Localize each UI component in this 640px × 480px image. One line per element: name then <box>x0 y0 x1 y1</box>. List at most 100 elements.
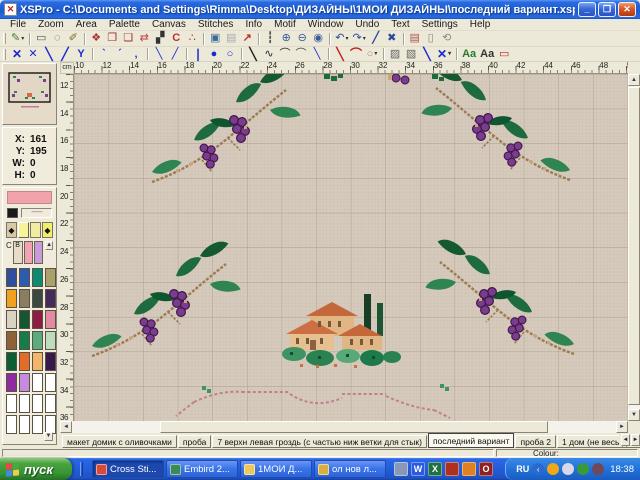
palette-swatch[interactable] <box>19 331 30 350</box>
half-stitch-back-button[interactable]: ╲ <box>41 47 57 61</box>
menu-item[interactable]: File <box>4 19 32 30</box>
curve-stitch-button[interactable]: ⌒ <box>277 47 293 61</box>
mirror-button[interactable]: ▞ <box>152 32 168 46</box>
paste-motif-button[interactable]: ❏ <box>120 32 136 46</box>
menu-item[interactable]: Palette <box>103 19 146 30</box>
text-button[interactable]: Aa <box>478 47 496 61</box>
pen-button[interactable]: ╱ <box>368 32 384 46</box>
palette-swatch[interactable] <box>6 352 17 371</box>
palette-swatch[interactable] <box>45 352 56 371</box>
tray-icq-icon[interactable] <box>547 463 559 475</box>
long-stitch-button[interactable]: ╲ <box>309 47 325 61</box>
petite-stitch-3-button[interactable]: ‚ <box>128 47 144 61</box>
palette-swatch[interactable] <box>45 289 56 308</box>
scroll-down-button[interactable]: ▼ <box>628 409 640 421</box>
launcher-red-app-icon[interactable] <box>445 462 459 476</box>
half-bottom-stitch-button[interactable]: ╱ <box>167 47 183 61</box>
palette-swatch[interactable] <box>19 373 30 392</box>
palette-swatch[interactable] <box>32 310 43 329</box>
stitch-canvas[interactable] <box>74 74 628 421</box>
zoom-in-button[interactable]: ⊕ <box>278 32 294 46</box>
start-button[interactable]: пуск <box>0 458 72 480</box>
navigator-preview[interactable] <box>2 63 57 125</box>
header-swatch-2[interactable] <box>24 241 33 264</box>
task-cross-stitch[interactable]: Cross Sti... <box>92 460 164 478</box>
resize-button[interactable]: ⇄ <box>136 32 152 46</box>
tray-update-icon[interactable] <box>577 463 589 475</box>
menu-item[interactable]: Info <box>239 19 268 30</box>
text-serif-button[interactable]: Aa <box>460 47 478 61</box>
menu-item[interactable]: Stitches <box>192 19 240 30</box>
petite-stitch-1-button[interactable]: ` <box>96 47 112 61</box>
scroll-left-button[interactable]: ◄ <box>60 421 72 433</box>
rotate-button[interactable]: C <box>168 32 184 46</box>
palette-swatch[interactable] <box>6 310 17 329</box>
blue-cross-button[interactable]: ✕ <box>435 47 453 61</box>
palette-swatch[interactable] <box>32 289 43 308</box>
y-stitch-button[interactable]: Y <box>73 47 89 61</box>
hoop-button[interactable]: ○ <box>364 47 380 61</box>
full-cross-stitch-button[interactable]: ✕ <box>9 47 25 61</box>
palette-swatch[interactable] <box>19 289 30 308</box>
header-swatch-3[interactable] <box>34 241 43 264</box>
bead-button[interactable]: ● <box>206 47 222 61</box>
zoom-out-button[interactable]: ⊖ <box>294 32 310 46</box>
menu-item[interactable]: Undo <box>349 19 385 30</box>
toolbar-grip[interactable] <box>3 49 6 60</box>
menu-item[interactable]: Motif <box>268 19 302 30</box>
title-bar[interactable]: ✕ XSPro - C:\Documents and Settings\Rimm… <box>0 0 640 19</box>
task-folder[interactable]: 1МОИ Д... <box>240 460 312 478</box>
launcher-orange-app-icon[interactable] <box>462 462 476 476</box>
palette-swatch[interactable] <box>6 394 17 413</box>
design-tab[interactable]: макет домик с оливочками <box>62 435 177 448</box>
palette-swatch[interactable] <box>6 268 17 287</box>
taskbar-clock[interactable]: 18:38 <box>610 464 634 475</box>
design-tab[interactable]: проба 2 <box>515 435 556 448</box>
taskbar-grip[interactable] <box>80 462 83 476</box>
draw-tool-button[interactable]: ✎ <box>9 32 26 46</box>
copy-motif-button[interactable]: ❐ <box>104 32 120 46</box>
launcher-media-icon[interactable] <box>394 462 408 476</box>
freehand-select-button[interactable]: ✐ <box>65 32 81 46</box>
palette-swatch[interactable] <box>19 268 30 287</box>
export-button[interactable]: ▤ <box>223 32 239 46</box>
image-button[interactable]: ▣ <box>207 32 223 46</box>
design-tab[interactable]: последний вариант <box>428 433 515 448</box>
horizontal-scrollbar[interactable]: ◄ ► <box>60 421 628 433</box>
palette-swatch[interactable] <box>45 268 56 287</box>
current-colour-swatch[interactable] <box>7 191 52 204</box>
menu-item[interactable]: Settings <box>416 19 464 30</box>
tray-dark-icon[interactable] <box>592 463 604 475</box>
upright-stitch-button[interactable]: ❘ <box>190 47 206 61</box>
pattern-fill-2-button[interactable]: ▧ <box>403 47 419 61</box>
no-colour-button[interactable]: -------- <box>21 208 52 218</box>
design-tab[interactable]: 7 верхн левая гроздь (с частью ниж ветки… <box>212 435 427 448</box>
palette-swatch[interactable] <box>6 289 17 308</box>
task-embird[interactable]: Embird 2... <box>166 460 238 478</box>
undo-button[interactable]: ↶ <box>333 32 350 46</box>
menu-item[interactable]: Help <box>464 19 497 30</box>
close-button[interactable]: ✕ <box>618 2 636 17</box>
redo-button[interactable]: ↷ <box>350 32 367 46</box>
tab-scroll-left-button[interactable]: ◄ <box>621 434 630 446</box>
palette-swatch[interactable] <box>45 394 56 413</box>
minimize-button[interactable]: _ <box>578 2 596 17</box>
header-swatch-b[interactable]: B <box>13 241 22 264</box>
pattern-fill-button[interactable]: ▨ <box>387 47 403 61</box>
palette-swatch[interactable] <box>32 373 43 392</box>
half-top-stitch-button[interactable]: ╲ <box>151 47 167 61</box>
tray-app-light-icon[interactable] <box>562 463 574 475</box>
launcher-word-icon[interactable]: W <box>411 462 425 476</box>
import-clip-button[interactable]: ▤ <box>407 32 423 46</box>
black-colour-swatch[interactable] <box>7 208 18 218</box>
palette-swatch[interactable] <box>32 331 43 350</box>
palette-swatch[interactable] <box>19 310 30 329</box>
language-indicator[interactable]: RU <box>516 464 529 474</box>
vertical-scrollbar[interactable]: ▲ ▼ <box>628 74 640 421</box>
lasso-select-button[interactable]: ◌ <box>49 32 65 46</box>
menu-item[interactable]: Window <box>302 19 350 30</box>
stitch-guide-button[interactable]: ┇ <box>262 32 278 46</box>
points-button[interactable]: ∴ <box>184 32 200 46</box>
palette-swatch[interactable] <box>6 373 17 392</box>
palette-swatch[interactable] <box>32 352 43 371</box>
